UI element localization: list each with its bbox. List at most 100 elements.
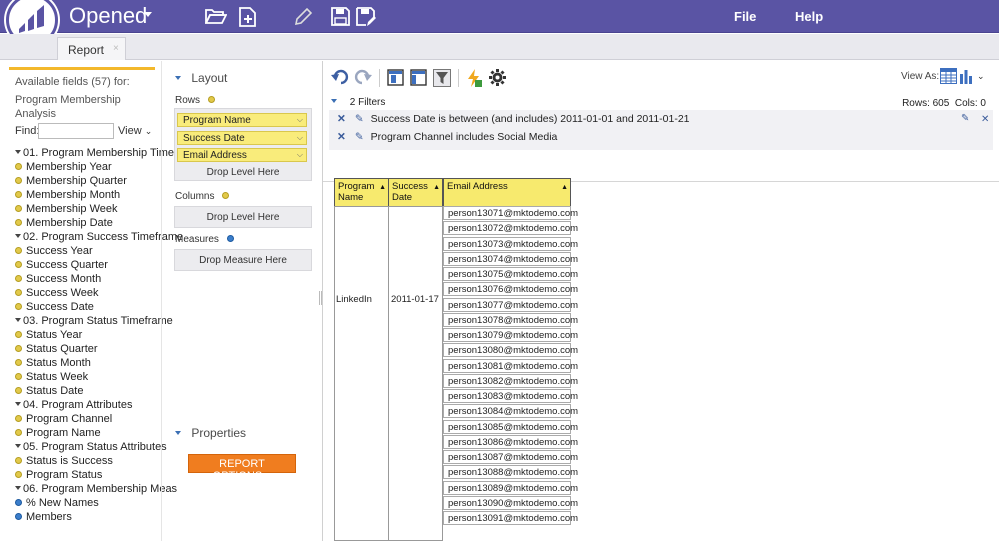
remove-filter-icon[interactable]: ✕ bbox=[337, 131, 346, 143]
grid-view-icon[interactable] bbox=[940, 68, 957, 84]
column-header-program-name[interactable]: Program Name ▲ bbox=[334, 178, 389, 207]
save-icon[interactable] bbox=[331, 7, 350, 26]
view-dropdown[interactable]: View ⌄ bbox=[118, 125, 152, 137]
field-folder[interactable]: 02. Program Success Timeframe bbox=[15, 231, 183, 244]
chip-dropdown-icon[interactable]: ⌵ bbox=[297, 115, 303, 125]
field-item[interactable]: Success Week bbox=[15, 287, 99, 300]
resize-handle[interactable] bbox=[319, 291, 322, 305]
field-item[interactable]: Success Quarter bbox=[15, 259, 108, 272]
email-cell[interactable]: person13083@mktodemo.com bbox=[443, 389, 578, 403]
tab-report[interactable]: Report × bbox=[57, 37, 126, 60]
expand-icon[interactable] bbox=[15, 318, 21, 322]
chip-dropdown-icon[interactable]: ⌵ bbox=[297, 133, 303, 143]
layout-panel-icon[interactable] bbox=[387, 69, 404, 86]
column-header-email-address[interactable]: Email Address ▲ bbox=[443, 178, 571, 207]
expand-icon[interactable] bbox=[15, 402, 21, 406]
email-cell[interactable]: person13090@mktodemo.com bbox=[443, 495, 578, 510]
help-menu[interactable]: Help bbox=[795, 9, 823, 24]
email-cell[interactable]: person13079@mktodemo.com bbox=[443, 328, 578, 342]
properties-header[interactable]: Properties bbox=[175, 426, 246, 440]
email-cell[interactable]: person13086@mktodemo.com bbox=[443, 434, 578, 449]
title-dropdown-icon[interactable] bbox=[144, 12, 152, 17]
filters-toggle[interactable]: 2 Filters bbox=[331, 97, 385, 108]
redo-icon[interactable] bbox=[354, 69, 372, 85]
find-input[interactable] bbox=[38, 123, 114, 139]
edit-pencil-icon[interactable] bbox=[293, 7, 313, 27]
edit-filter-icon[interactable]: ✎ bbox=[355, 131, 364, 143]
email-cell[interactable]: person13085@mktodemo.com bbox=[443, 419, 578, 434]
email-cell[interactable]: person13088@mktodemo.com bbox=[443, 465, 578, 480]
chip-dropdown-icon[interactable]: ⌵ bbox=[297, 150, 303, 160]
edit-filter-icon[interactable]: ✎ bbox=[355, 113, 364, 125]
new-report-icon[interactable] bbox=[238, 7, 258, 27]
app-title[interactable]: Opened bbox=[69, 3, 147, 29]
expand-icon[interactable] bbox=[15, 234, 21, 238]
settings-gear-icon[interactable] bbox=[489, 69, 506, 86]
email-cell[interactable]: person13087@mktodemo.com bbox=[443, 450, 578, 464]
field-item[interactable]: Status Year bbox=[15, 329, 82, 342]
field-item[interactable]: Success Year bbox=[15, 245, 93, 258]
field-item[interactable]: Status Week bbox=[15, 371, 88, 384]
file-menu[interactable]: File bbox=[734, 9, 756, 24]
email-cell[interactable]: person13076@mktodemo.com bbox=[443, 282, 578, 297]
field-item[interactable]: % New Names bbox=[15, 497, 99, 510]
table-view-icon[interactable] bbox=[410, 69, 427, 86]
field-folder[interactable]: 01. Program Membership Timef bbox=[15, 147, 177, 160]
field-folder[interactable]: 06. Program Membership Meas bbox=[15, 483, 177, 496]
open-folder-icon[interactable] bbox=[205, 7, 227, 25]
row-chip-success-date[interactable]: Success Date ⌵ bbox=[177, 131, 307, 145]
field-item[interactable]: Status is Success bbox=[15, 455, 113, 468]
chart-view-icon[interactable] bbox=[959, 68, 973, 84]
email-cell[interactable]: person13089@mktodemo.com bbox=[443, 480, 578, 495]
field-item[interactable]: Program Channel bbox=[15, 413, 112, 426]
email-cell[interactable]: person13071@mktodemo.com bbox=[443, 206, 578, 220]
sort-icon[interactable]: ▲ bbox=[561, 182, 568, 193]
report-options-button[interactable]: REPORT OPTIONS... bbox=[188, 454, 296, 482]
row-chip-program-name[interactable]: Program Name ⌵ bbox=[177, 113, 307, 127]
chevron-down-icon[interactable]: ⌄ bbox=[977, 71, 985, 82]
field-folder[interactable]: 03. Program Status Timeframe bbox=[15, 315, 173, 328]
field-item[interactable]: Success Month bbox=[15, 273, 101, 286]
field-item[interactable]: Success Date bbox=[15, 301, 94, 314]
email-cell[interactable]: person13074@mktodemo.com bbox=[443, 251, 578, 266]
field-item[interactable]: Membership Month bbox=[15, 189, 120, 202]
close-filters-icon[interactable]: ✕ bbox=[981, 114, 989, 125]
measures-drop-zone[interactable]: Drop Measure Here bbox=[174, 249, 312, 271]
panel-splitter[interactable] bbox=[161, 61, 162, 541]
filter-icon[interactable] bbox=[433, 69, 451, 87]
email-cell[interactable]: person13072@mktodemo.com bbox=[443, 221, 578, 236]
save-as-icon[interactable] bbox=[356, 7, 377, 27]
expand-icon[interactable] bbox=[15, 444, 21, 448]
columns-drop-zone[interactable]: Drop Level Here bbox=[174, 206, 312, 228]
field-item[interactable]: Program Name bbox=[15, 427, 101, 440]
expand-icon[interactable] bbox=[15, 150, 21, 154]
email-cell[interactable]: person13091@mktodemo.com bbox=[443, 511, 578, 525]
field-item[interactable]: Membership Week bbox=[15, 203, 118, 216]
sort-icon[interactable]: ▲ bbox=[379, 182, 386, 193]
field-item[interactable]: Program Status bbox=[15, 469, 102, 482]
layout-header[interactable]: Layout bbox=[175, 71, 227, 85]
auto-execute-icon[interactable] bbox=[466, 69, 482, 87]
close-tab-icon[interactable]: × bbox=[113, 43, 119, 54]
field-item[interactable]: Membership Date bbox=[15, 217, 113, 230]
email-cell[interactable]: person13075@mktodemo.com bbox=[443, 267, 578, 281]
email-cell[interactable]: person13082@mktodemo.com bbox=[443, 373, 578, 388]
field-folder[interactable]: 04. Program Attributes bbox=[15, 399, 132, 412]
email-cell[interactable]: person13080@mktodemo.com bbox=[443, 343, 578, 358]
remove-filter-icon[interactable]: ✕ bbox=[337, 113, 346, 125]
undo-icon[interactable] bbox=[331, 69, 349, 85]
column-header-success-date[interactable]: Success Date ▲ bbox=[388, 178, 443, 207]
email-cell[interactable]: person13084@mktodemo.com bbox=[443, 404, 578, 419]
field-item[interactable]: Status Quarter bbox=[15, 343, 98, 356]
field-item[interactable]: Membership Year bbox=[15, 161, 112, 174]
email-cell[interactable]: person13077@mktodemo.com bbox=[443, 297, 578, 312]
field-item[interactable]: Membership Quarter bbox=[15, 175, 127, 188]
email-cell[interactable]: person13081@mktodemo.com bbox=[443, 358, 578, 373]
field-item[interactable]: Status Month bbox=[15, 357, 91, 370]
row-chip-email-address[interactable]: Email Address ⌵ bbox=[177, 148, 307, 162]
edit-filters-icon[interactable]: ✎ bbox=[961, 113, 969, 124]
sort-icon[interactable]: ▲ bbox=[433, 182, 440, 193]
email-cell[interactable]: person13078@mktodemo.com bbox=[443, 312, 578, 327]
expand-icon[interactable] bbox=[15, 486, 21, 490]
field-folder[interactable]: 05. Program Status Attributes bbox=[15, 441, 167, 454]
